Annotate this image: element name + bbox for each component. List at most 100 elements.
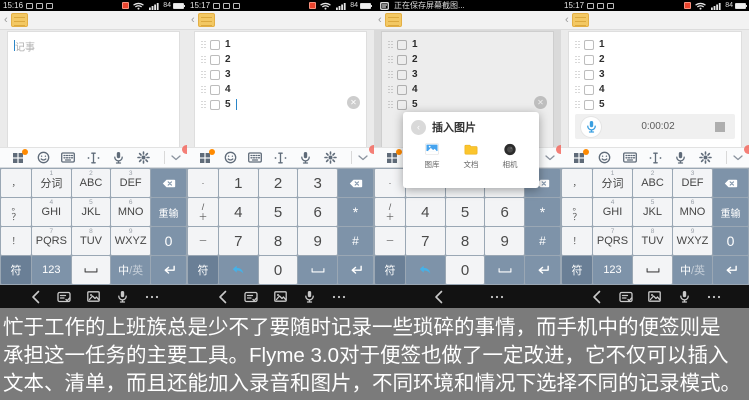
drag-handle-icon[interactable] — [575, 101, 579, 109]
key-0[interactable]: 0 — [713, 227, 748, 255]
key-JKL[interactable]: 5JKL — [633, 198, 672, 226]
checklist-row[interactable]: 2 — [575, 52, 735, 67]
key-0[interactable]: 0 — [259, 256, 298, 284]
key-MNO[interactable]: 6MNO — [673, 198, 712, 226]
checkbox[interactable] — [584, 70, 594, 80]
image-icon[interactable] — [85, 289, 101, 305]
key-DEF[interactable]: 3DEF — [673, 169, 712, 197]
text-cursor-icon[interactable] — [87, 151, 101, 165]
key-符[interactable]: 符 — [188, 256, 218, 284]
back-icon[interactable] — [430, 289, 446, 305]
drag-handle-icon[interactable] — [201, 101, 205, 109]
enter-key[interactable] — [525, 256, 560, 284]
popup-option-folder[interactable]: 文档 — [456, 142, 486, 170]
gear-icon[interactable] — [137, 151, 151, 165]
back-icon[interactable] — [27, 289, 43, 305]
image-icon[interactable] — [272, 289, 288, 305]
mic-icon[interactable] — [112, 151, 126, 165]
key-WXYZ[interactable]: 9WXYZ — [111, 227, 150, 255]
keyboard-icon[interactable] — [248, 151, 262, 165]
key-0[interactable]: 0 — [446, 256, 485, 284]
key-9[interactable]: 9 — [485, 227, 524, 255]
key-*[interactable]: * — [338, 198, 373, 226]
grid-icon[interactable] — [198, 151, 212, 165]
key-PQRS[interactable]: 7PQRS — [593, 227, 632, 255]
checklist-row[interactable]: 1 — [575, 37, 735, 52]
note-list-icon[interactable] — [618, 289, 634, 305]
key-GHI[interactable]: 4GHI — [32, 198, 71, 226]
note-list-icon[interactable] — [243, 289, 259, 305]
checklist-row[interactable]: 4 — [201, 82, 360, 97]
key-ABC[interactable]: 2ABC — [72, 169, 111, 197]
key-9[interactable]: 9 — [298, 227, 337, 255]
key-TUV[interactable]: 8TUV — [633, 227, 672, 255]
record-mic-button[interactable] — [581, 117, 601, 137]
undo-key[interactable] — [406, 256, 445, 284]
key-*[interactable]: * — [525, 198, 560, 226]
image-icon[interactable] — [647, 289, 663, 305]
key-JKL[interactable]: 5JKL — [72, 198, 111, 226]
key-8[interactable]: 8 — [446, 227, 485, 255]
note-card[interactable]: 12345✕ — [194, 31, 367, 147]
back-chevron-icon[interactable]: ‹ — [565, 15, 569, 26]
key-分词[interactable]: 1分词 — [593, 169, 632, 197]
text-cursor-icon[interactable] — [274, 151, 288, 165]
share-icon[interactable]: ‹ — [411, 120, 426, 135]
backspace-key[interactable] — [151, 169, 186, 197]
key-。？[interactable]: 。 ？ — [562, 198, 592, 226]
key-分词[interactable]: 1分词 — [32, 169, 71, 197]
key-4[interactable]: 4 — [406, 198, 445, 226]
checklist-row[interactable]: 4 — [575, 82, 735, 97]
key-123[interactable]: 123 — [32, 256, 71, 284]
grid-icon[interactable] — [385, 151, 399, 165]
keyboard-icon[interactable] — [623, 151, 637, 165]
key-符[interactable]: 符 — [562, 256, 592, 284]
key-6[interactable]: 6 — [485, 198, 524, 226]
key-符[interactable]: 符 — [375, 256, 405, 284]
grid-icon[interactable] — [572, 151, 586, 165]
mic-icon[interactable] — [299, 151, 313, 165]
key-7[interactable]: 7 — [219, 227, 258, 255]
smiley-icon[interactable] — [223, 151, 237, 165]
drag-handle-icon[interactable] — [575, 56, 579, 64]
space-key[interactable] — [298, 256, 337, 284]
key-重输[interactable]: 重输 — [151, 198, 186, 226]
note-area[interactable]: 记事 — [0, 30, 187, 147]
drag-handle-icon[interactable] — [575, 86, 579, 94]
checkbox[interactable] — [210, 85, 220, 95]
key-TUV[interactable]: 8TUV — [72, 227, 111, 255]
back-icon[interactable] — [588, 289, 604, 305]
checkbox[interactable] — [210, 40, 220, 50]
checkbox[interactable] — [584, 55, 594, 65]
more-icon[interactable] — [331, 289, 347, 305]
key-/＋[interactable]: / ＋ — [188, 198, 218, 226]
mic-icon[interactable] — [676, 289, 692, 305]
key-中[interactable]: 中/英 — [673, 256, 712, 284]
key-#[interactable]: # — [338, 227, 373, 255]
key-WXYZ[interactable]: 9WXYZ — [673, 227, 712, 255]
key-#[interactable]: # — [525, 227, 560, 255]
note-card[interactable]: 123450:00:02 — [568, 31, 742, 147]
key-PQRS[interactable]: 7PQRS — [32, 227, 71, 255]
note-area[interactable]: 123450:00:02 — [561, 30, 749, 147]
key-3[interactable]: 3 — [298, 169, 337, 197]
note-area[interactable]: 12345✕ — [187, 30, 374, 147]
more-icon[interactable] — [706, 289, 722, 305]
key-，[interactable]: ， — [562, 169, 592, 197]
drag-handle-icon[interactable] — [201, 56, 205, 64]
smiley-icon[interactable] — [598, 151, 612, 165]
key-GHI[interactable]: 4GHI — [593, 198, 632, 226]
key-中[interactable]: 中/英 — [111, 256, 150, 284]
checkbox[interactable] — [210, 70, 220, 80]
checklist-row[interactable]: 2 — [201, 52, 360, 67]
key-1[interactable]: 1 — [219, 169, 258, 197]
checkbox[interactable] — [584, 85, 594, 95]
key-，[interactable]: ， — [1, 169, 31, 197]
key-5[interactable]: 5 — [446, 198, 485, 226]
text-cursor-icon[interactable] — [648, 151, 662, 165]
undo-key[interactable] — [219, 256, 258, 284]
key-0[interactable]: 0 — [151, 227, 186, 255]
key-7[interactable]: 7 — [406, 227, 445, 255]
checkbox[interactable] — [210, 55, 220, 65]
popup-option-camera[interactable]: 相机 — [495, 142, 525, 170]
